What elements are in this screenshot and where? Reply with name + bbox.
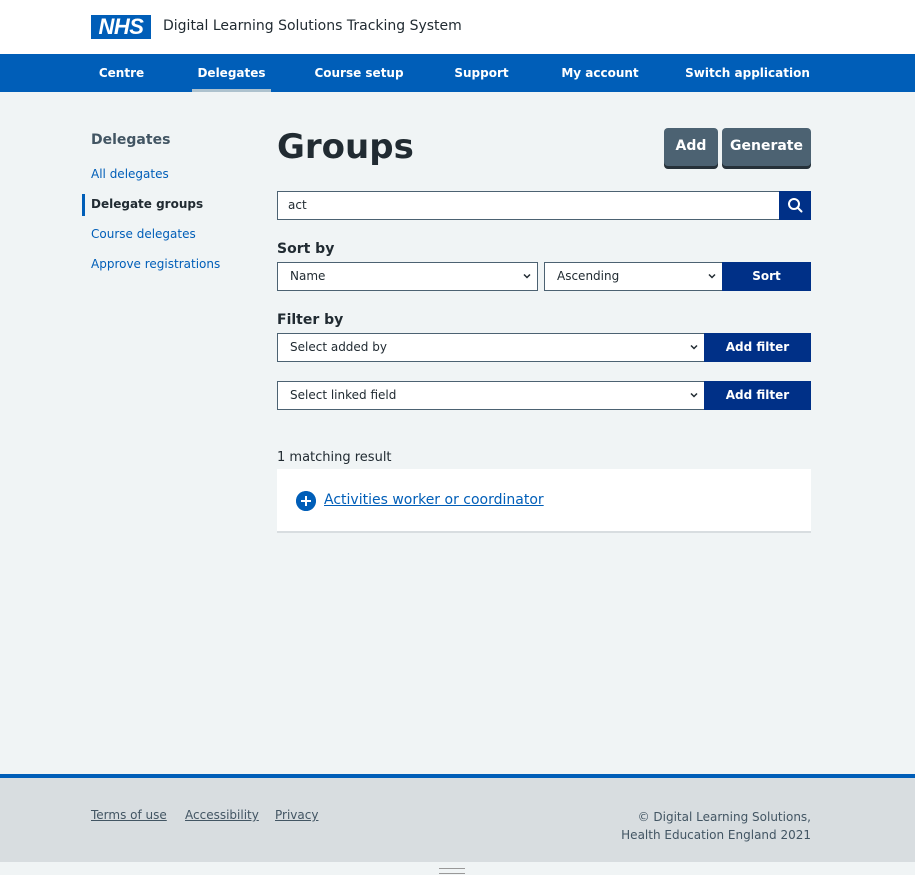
service-name[interactable]: Digital Learning Solutions Tracking Syst… <box>163 18 462 34</box>
sort-direction-select[interactable]: Ascending <box>544 262 723 291</box>
footer-link-accessibility[interactable]: Accessibility <box>185 808 259 822</box>
nav-item-centre[interactable]: Centre <box>91 54 152 92</box>
site-footer: Terms of use Accessibility Privacy © Dig… <box>0 774 915 862</box>
sidebar-item-all-delegates[interactable]: All delegates <box>91 167 169 181</box>
footer-link-terms[interactable]: Terms of use <box>91 808 167 822</box>
plus-circle-icon[interactable] <box>296 491 316 511</box>
sidebar-item-delegate-groups[interactable]: Delegate groups <box>91 197 203 211</box>
sort-field-select[interactable]: Name <box>277 262 538 291</box>
added-by-select[interactable]: Select added by <box>277 333 705 362</box>
sort-button[interactable]: Sort <box>722 262 811 291</box>
list-item: Activities worker or coordinator <box>277 469 811 533</box>
chevron-down-icon <box>523 273 531 279</box>
added-by-value: Select added by <box>290 340 387 354</box>
primary-navigation: Centre Delegates Course setup Support My… <box>0 54 915 92</box>
sidebar-title: Delegates <box>91 132 171 148</box>
linked-field-value: Select linked field <box>290 388 397 402</box>
linked-field-select[interactable]: Select linked field <box>277 381 705 410</box>
add-button[interactable]: Add <box>664 128 718 166</box>
add-filter-button[interactable]: Add filter <box>704 381 811 410</box>
search-button[interactable] <box>779 191 811 220</box>
sidebar-item-approve-registrations[interactable]: Approve registrations <box>91 257 220 271</box>
sidebar-current-marker <box>82 194 85 216</box>
nav-item-support[interactable]: Support <box>448 54 515 92</box>
generate-button[interactable]: Generate <box>722 128 811 166</box>
search-icon <box>788 198 803 213</box>
resize-grip-icon[interactable] <box>439 868 465 874</box>
chevron-down-icon <box>690 392 698 398</box>
nav-item-course-setup[interactable]: Course setup <box>313 54 405 92</box>
page-title: Groups <box>277 127 414 167</box>
footer-link-privacy[interactable]: Privacy <box>275 808 318 822</box>
nav-item-delegates[interactable]: Delegates <box>192 54 271 92</box>
result-count: 1 matching result <box>277 450 392 465</box>
nav-item-my-account[interactable]: My account <box>557 54 643 92</box>
sort-direction-value: Ascending <box>557 269 620 283</box>
site-header: NHS Digital Learning Solutions Tracking … <box>0 0 915 54</box>
filter-by-label: Filter by <box>277 312 344 328</box>
sort-field-value: Name <box>290 269 326 283</box>
group-name-link[interactable]: Activities worker or coordinator <box>324 492 544 508</box>
nhs-logo[interactable]: NHS <box>91 15 151 39</box>
nav-item-switch-application[interactable]: Switch application <box>684 54 811 92</box>
sort-by-label: Sort by <box>277 241 335 257</box>
copyright: © Digital Learning Solutions, Health Edu… <box>621 808 811 844</box>
copyright-line-1: © Digital Learning Solutions, <box>637 810 811 824</box>
chevron-down-icon <box>708 273 716 279</box>
copyright-line-2: Health Education England 2021 <box>621 828 811 842</box>
bottom-strip <box>0 862 915 875</box>
add-filter-button[interactable]: Add filter <box>704 333 811 362</box>
sidebar-item-course-delegates[interactable]: Course delegates <box>91 227 196 241</box>
chevron-down-icon <box>690 344 698 350</box>
search-input[interactable]: act <box>277 191 779 220</box>
